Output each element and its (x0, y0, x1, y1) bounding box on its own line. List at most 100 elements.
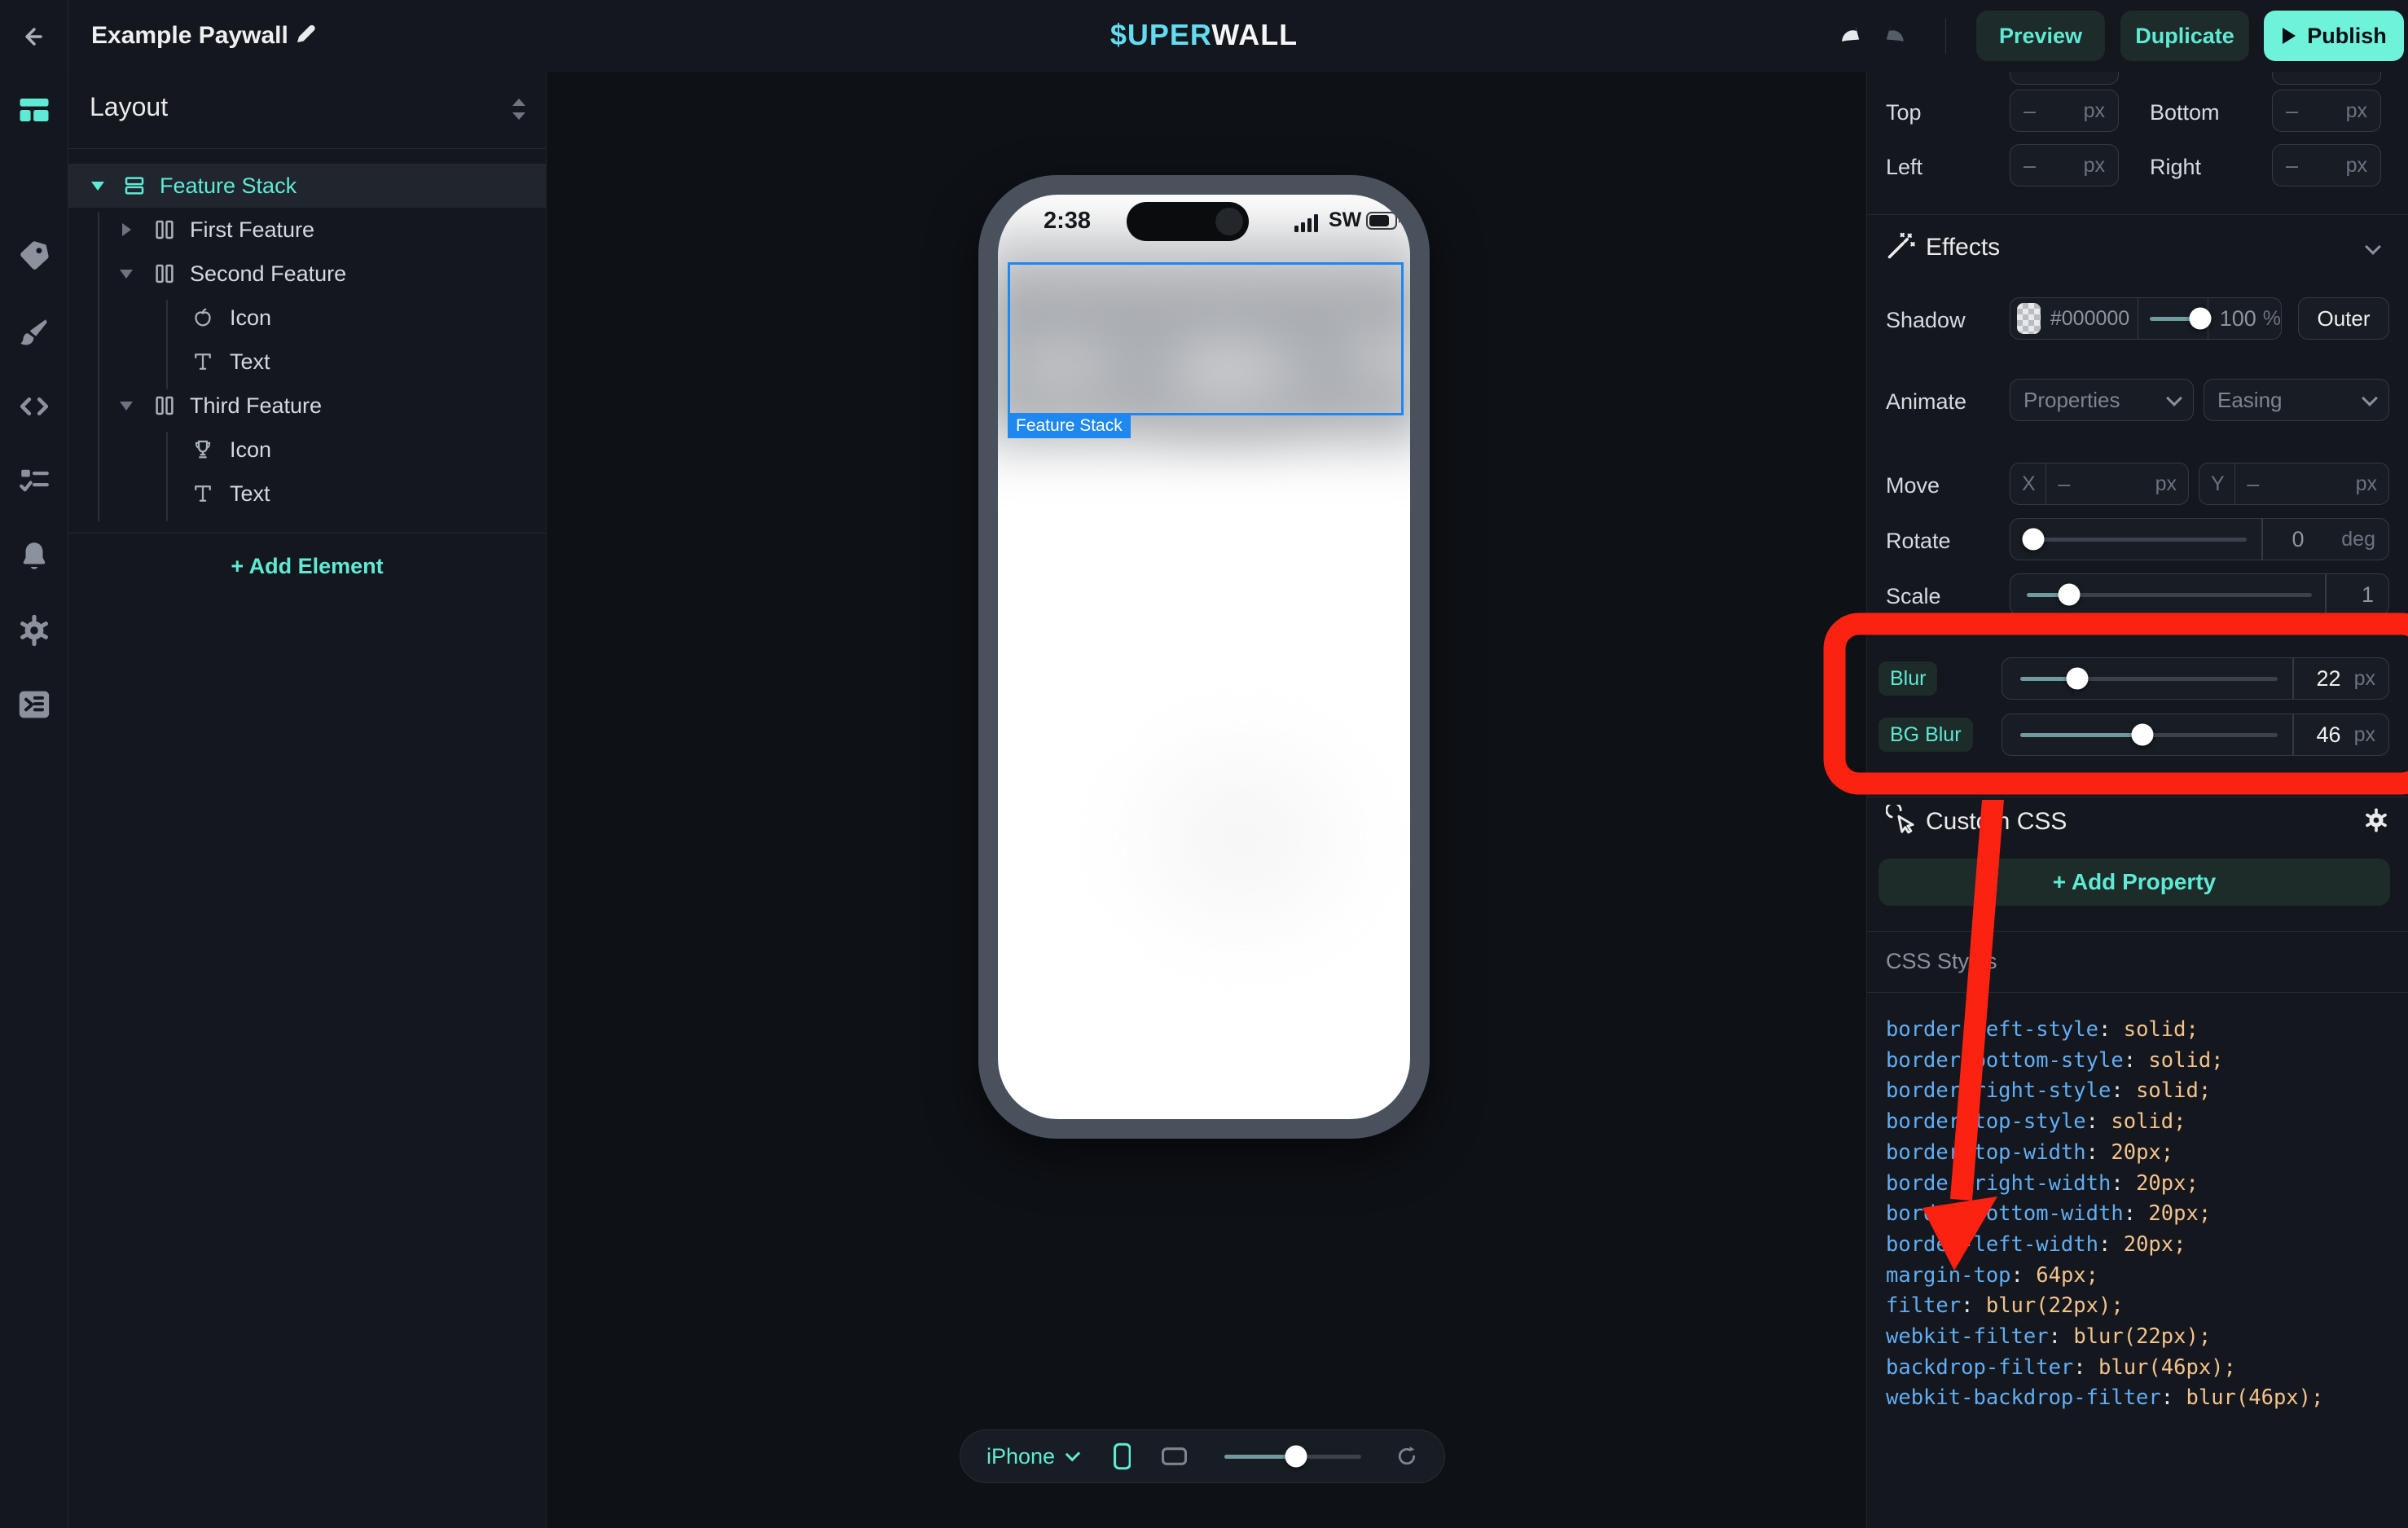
right-spacing-input[interactable]: – px (2272, 144, 2381, 187)
bg-blur-chip[interactable]: BG Blur (1879, 718, 1973, 752)
rail-item-code[interactable] (15, 388, 53, 425)
rail-item-notifications[interactable] (15, 537, 53, 574)
rotate-slider[interactable] (2027, 538, 2247, 542)
input-value: – (2024, 99, 2036, 124)
rail-item-styles[interactable] (15, 314, 53, 351)
preview-button[interactable]: Preview (1976, 11, 2105, 61)
rail-item-settings[interactable] (15, 612, 53, 649)
selection-outline[interactable] (1008, 262, 1404, 415)
css-line[interactable]: border-left-width: 20px; (1886, 1230, 2323, 1261)
device-toolbar: iPhone (960, 1429, 1445, 1483)
tree-item-first-feature[interactable]: First Feature (68, 208, 546, 252)
css-line[interactable]: border-right-style: solid; (1886, 1076, 2323, 1107)
section-divider (1867, 214, 2408, 215)
layout-sort-button[interactable] (508, 96, 529, 122)
rows-icon (122, 173, 147, 198)
scale-slider[interactable] (2027, 593, 2312, 597)
blur-slider[interactable] (2020, 677, 2278, 681)
bg-blur-value[interactable]: 46 (2317, 722, 2341, 748)
shadow-hex-value[interactable]: #000000 (2050, 307, 2129, 331)
css-line[interactable]: filter: blur(22px); (1886, 1291, 2323, 1322)
publish-button[interactable]: Publish (2264, 11, 2404, 61)
css-line[interactable]: webkit-filter: blur(22px); (1886, 1322, 2323, 1353)
css-line[interactable]: border-right-width: 20px; (1886, 1169, 2323, 1200)
caret-down-icon[interactable] (120, 270, 133, 279)
css-line[interactable]: border-top-width: 20px; (1886, 1138, 2323, 1169)
blur-chip[interactable]: Blur (1879, 661, 1937, 696)
tree-item-text[interactable]: Text (68, 340, 546, 384)
rotate-slider-handle[interactable] (2023, 529, 2045, 551)
css-line[interactable]: border-bottom-style: solid; (1886, 1046, 2323, 1077)
input-value: – (2247, 472, 2259, 497)
blur-slider-handle[interactable] (2067, 668, 2089, 690)
rail-item-console[interactable] (15, 686, 53, 723)
trophy-icon (191, 437, 215, 462)
scale-slider-handle[interactable] (2059, 584, 2081, 606)
tree-item-text[interactable]: Text (68, 472, 546, 516)
clipped-input[interactable] (2010, 72, 2119, 85)
left-spacing-input[interactable]: – px (2010, 144, 2119, 187)
undo-button[interactable] (1831, 18, 1867, 54)
rail-item-layout[interactable] (15, 91, 53, 129)
add-property-button[interactable]: + Add Property (1879, 858, 2390, 906)
device-select[interactable]: iPhone (986, 1444, 1055, 1469)
rail-item-checklist[interactable] (15, 461, 53, 498)
clipped-input[interactable] (2272, 72, 2381, 85)
custom-css-settings-gear-icon[interactable] (2362, 806, 2390, 834)
bg-blur-chip-label: BG Blur (1890, 723, 1962, 747)
tree-item-icon[interactable]: Icon (68, 296, 546, 340)
caret-right-icon[interactable] (122, 223, 131, 236)
bg-blur-slider-handle[interactable] (2132, 724, 2154, 746)
move-y-input[interactable]: Y – px (2199, 463, 2389, 505)
css-line[interactable]: border-left-style: solid; (1886, 1015, 2323, 1046)
scale-value[interactable]: 1 (2362, 582, 2374, 608)
bottom-spacing-input[interactable]: – px (2272, 90, 2381, 132)
right-spacing-label: Right (2150, 155, 2201, 180)
css-line[interactable]: border-bottom-width: 20px; (1886, 1199, 2323, 1230)
tree-item-label: Third Feature (190, 393, 322, 419)
code-icon (16, 389, 52, 424)
shadow-slider-handle[interactable] (2190, 308, 2212, 330)
input-unit: px (2346, 99, 2367, 123)
zoom-slider-handle[interactable] (1285, 1446, 1307, 1468)
move-x-input[interactable]: X – px (2010, 463, 2189, 505)
animate-easing-dropdown[interactable]: Easing (2204, 379, 2389, 421)
duplicate-button[interactable]: Duplicate (2120, 11, 2249, 61)
refresh-button[interactable] (1395, 1442, 1418, 1471)
caret-down-icon[interactable] (120, 402, 133, 411)
tree-item-third-feature[interactable]: Third Feature (68, 384, 546, 428)
tree-item-icon[interactable]: Icon (68, 428, 546, 472)
shadow-mode-button[interactable]: Outer (2298, 297, 2389, 340)
selection-label: Feature Stack (1008, 413, 1131, 438)
bg-blur-slider[interactable] (2020, 733, 2278, 737)
shadow-opacity-value[interactable]: 100 (2220, 306, 2256, 332)
portrait-orientation-button[interactable] (1114, 1439, 1131, 1473)
rotate-value[interactable]: 0 (2292, 527, 2305, 552)
top-spacing-input[interactable]: – px (2010, 90, 2119, 132)
add-property-label: + Add Property (2053, 869, 2216, 895)
add-element-button[interactable]: + Add Element (68, 554, 546, 579)
rail-item-products[interactable] (15, 237, 53, 274)
css-line[interactable]: border-top-style: solid; (1886, 1107, 2323, 1138)
tree-item-second-feature[interactable]: Second Feature (68, 252, 546, 296)
phone-screen[interactable]: 2:38 SW (998, 195, 1410, 1119)
caret-down-icon[interactable] (91, 182, 104, 191)
effects-collapse-chevron-icon[interactable] (2365, 239, 2381, 255)
css-line[interactable]: margin-top: 64px; (1886, 1261, 2323, 1292)
magic-wand-icon (1886, 231, 1915, 261)
blur-value[interactable]: 22 (2317, 666, 2341, 692)
shadow-color-swatch[interactable] (2017, 303, 2041, 334)
css-line[interactable]: webkit-backdrop-filter: blur(46px); (1886, 1383, 2323, 1414)
blurred-background-content (1088, 700, 1397, 977)
section-divider (1867, 931, 2408, 932)
animate-properties-dropdown[interactable]: Properties (2010, 379, 2194, 421)
redo-button[interactable] (1879, 18, 1914, 54)
shadow-opacity-slider[interactable] (2150, 317, 2195, 321)
chevron-down-icon[interactable] (1066, 1447, 1080, 1461)
landscape-orientation-button[interactable] (1162, 1445, 1187, 1468)
css-line[interactable]: backdrop-filter: blur(46px); (1886, 1353, 2323, 1384)
columns-icon (152, 393, 177, 418)
canvas-zoom-slider[interactable] (1224, 1455, 1361, 1459)
tree-item-feature-stack[interactable]: Feature Stack (68, 164, 546, 208)
cell-divider (2045, 463, 2047, 504)
